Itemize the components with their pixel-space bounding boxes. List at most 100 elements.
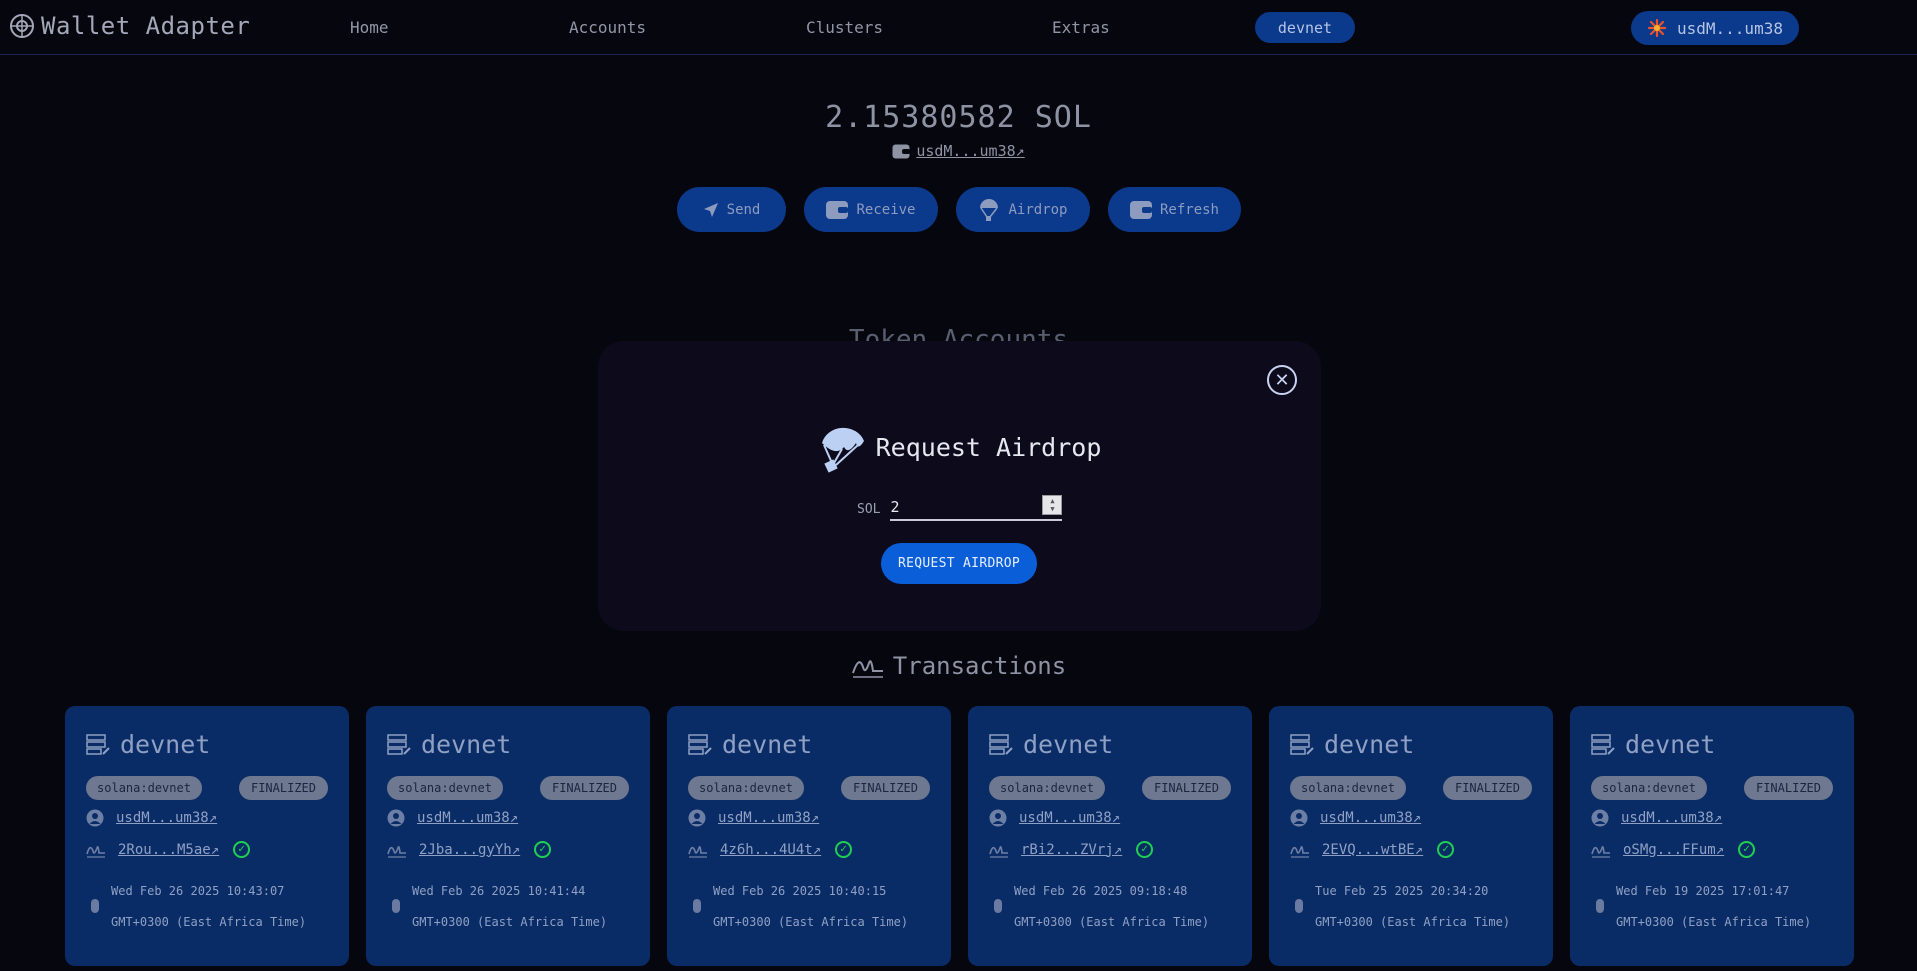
- clock-icon: [994, 899, 1002, 913]
- card-network-label: devnet: [722, 730, 813, 759]
- wallet-receive-icon: [826, 200, 849, 219]
- wallet-refresh-icon: [1129, 200, 1152, 219]
- clock-icon: [1295, 899, 1303, 913]
- status-badge: FINALIZED: [540, 776, 629, 800]
- wallet-address: usdM...um38: [1677, 18, 1783, 38]
- user-icon: [1591, 809, 1609, 827]
- status-badge: FINALIZED: [1744, 776, 1833, 800]
- signature-icon: [688, 845, 707, 858]
- card-signature-link[interactable]: 2EVQ...wtBE↗: [1322, 842, 1423, 858]
- card-signature-link[interactable]: 2Rou...M5ae↗: [118, 842, 219, 858]
- signature-icon: [387, 845, 406, 858]
- card-signature-row: oSMg...FFum↗ ✓: [1591, 841, 1756, 858]
- card-timezone: GMT+0300 (East Africa Time): [111, 915, 307, 929]
- card-timestamp: Tue Feb 25 2025 20:34:20 GMT+0300 (East …: [1315, 876, 1510, 938]
- chain-badge: solana:devnet: [1290, 776, 1406, 800]
- status-badge: FINALIZED: [841, 776, 930, 800]
- number-stepper[interactable]: ▲ ▼: [1042, 495, 1063, 515]
- status-badge: FINALIZED: [1142, 776, 1231, 800]
- card-signature-link[interactable]: 2Jba...gyYh↗: [419, 842, 520, 858]
- nav-link-clusters[interactable]: Clusters: [806, 18, 883, 37]
- chain-badge: solana:devnet: [1591, 776, 1707, 800]
- check-circle-icon: ✓: [1738, 841, 1756, 858]
- card-network-label: devnet: [1324, 730, 1415, 759]
- request-airdrop-button[interactable]: REQUEST AIRDROP: [881, 543, 1037, 584]
- card-account-link[interactable]: usdM...um38↗: [718, 810, 819, 826]
- card-account-row: usdM...um38↗: [1290, 809, 1421, 827]
- user-icon: [1290, 809, 1308, 827]
- brand[interactable]: Wallet Adapter: [9, 12, 250, 40]
- refresh-label: Refresh: [1159, 201, 1219, 218]
- card-signature-row: 2EVQ...wtBE↗ ✓: [1290, 841, 1455, 858]
- check-circle-icon: ✓: [1437, 841, 1455, 858]
- send-label: Send: [726, 201, 761, 218]
- card-date: Tue Feb 25 2025 20:34:20: [1315, 884, 1489, 898]
- card-timezone: GMT+0300 (East Africa Time): [1315, 915, 1511, 929]
- card-network: devnet: [387, 730, 511, 759]
- chevron-up-icon[interactable]: ▲: [1050, 497, 1054, 505]
- server-icon: [688, 733, 712, 755]
- card-date: Wed Feb 26 2025 10:40:15: [713, 884, 887, 898]
- wallet-button[interactable]: usdM...um38: [1631, 11, 1799, 45]
- refresh-button[interactable]: Refresh: [1108, 187, 1241, 232]
- card-timestamp: Wed Feb 19 2025 17:01:47 GMT+0300 (East …: [1616, 876, 1811, 938]
- server-icon: [1591, 733, 1615, 755]
- signature-icon: [851, 660, 883, 678]
- card-account-link[interactable]: usdM...um38↗: [417, 810, 518, 826]
- balance-address-row: usdM...um38↗: [0, 142, 1917, 160]
- receive-label: Receive: [856, 201, 916, 218]
- transaction-card: devnet solana:devnet FINALIZED usdM...um…: [65, 706, 349, 966]
- balance-amount: 2.15380582 SOL: [825, 100, 1092, 135]
- card-network: devnet: [86, 730, 210, 759]
- sol-label: SOL: [857, 502, 881, 517]
- close-button[interactable]: ✕: [1267, 365, 1297, 395]
- airdrop-button[interactable]: Airdrop: [956, 187, 1090, 232]
- transaction-card: devnet solana:devnet FINALIZED usdM...um…: [366, 706, 650, 966]
- modal-title: Request Airdrop: [875, 432, 1102, 462]
- check-circle-icon: ✓: [534, 841, 552, 858]
- card-network: devnet: [989, 730, 1113, 759]
- card-signature-row: 2Rou...M5ae↗ ✓: [86, 841, 251, 858]
- card-signature-link[interactable]: rBi2...ZVrj↗: [1021, 842, 1122, 858]
- nav-link-extras[interactable]: Extras: [1052, 18, 1110, 37]
- parachute-icon: [821, 427, 864, 473]
- card-account-link[interactable]: usdM...um38↗: [1320, 810, 1421, 826]
- card-network: devnet: [688, 730, 812, 759]
- card-network-label: devnet: [1023, 730, 1114, 759]
- card-date: Wed Feb 26 2025 10:41:44: [412, 884, 586, 898]
- transactions-heading: Transactions: [0, 652, 1917, 680]
- signature-icon: [1591, 845, 1610, 858]
- nav-link-accounts[interactable]: Accounts: [569, 18, 646, 37]
- receive-button[interactable]: Receive: [804, 187, 938, 232]
- card-account-row: usdM...um38↗: [1591, 809, 1722, 827]
- card-signature-link[interactable]: oSMg...FFum↗: [1623, 842, 1724, 858]
- chain-badge: solana:devnet: [688, 776, 804, 800]
- chevron-down-icon[interactable]: ▼: [1050, 505, 1054, 513]
- brand-title: Wallet Adapter: [41, 12, 251, 40]
- modal-header: Request Airdrop: [598, 421, 1321, 473]
- card-account-row: usdM...um38↗: [688, 809, 819, 827]
- nav-link-home[interactable]: Home: [350, 18, 389, 37]
- card-signature-row: 2Jba...gyYh↗ ✓: [387, 841, 552, 858]
- server-icon: [387, 733, 411, 755]
- send-button[interactable]: Send: [677, 187, 786, 232]
- card-account-link[interactable]: usdM...um38↗: [1019, 810, 1120, 826]
- card-account-link[interactable]: usdM...um38↗: [116, 810, 217, 826]
- close-icon: ✕: [1274, 369, 1290, 391]
- balance-address-link[interactable]: usdM...um38↗: [916, 142, 1024, 160]
- chain-badge: solana:devnet: [86, 776, 202, 800]
- card-date: Wed Feb 19 2025 17:01:47: [1616, 884, 1790, 898]
- wallet-icon: [892, 144, 911, 158]
- signature-icon: [1290, 845, 1309, 858]
- card-account-link[interactable]: usdM...um38↗: [1621, 810, 1722, 826]
- sol-amount-input[interactable]: [890, 495, 1041, 519]
- card-timezone: GMT+0300 (East Africa Time): [412, 915, 608, 929]
- cluster-selector-button[interactable]: devnet: [1255, 12, 1355, 43]
- card-signature-link[interactable]: 4z6h...4U4t↗: [720, 842, 821, 858]
- card-timezone: GMT+0300 (East Africa Time): [1616, 915, 1812, 929]
- top-navbar: Wallet Adapter Home Accounts Clusters Ex…: [0, 0, 1917, 55]
- card-signature-row: 4z6h...4U4t↗ ✓: [688, 841, 853, 858]
- check-circle-icon: ✓: [233, 841, 251, 858]
- card-date: Wed Feb 26 2025 10:43:07: [111, 884, 285, 898]
- server-icon: [86, 733, 110, 755]
